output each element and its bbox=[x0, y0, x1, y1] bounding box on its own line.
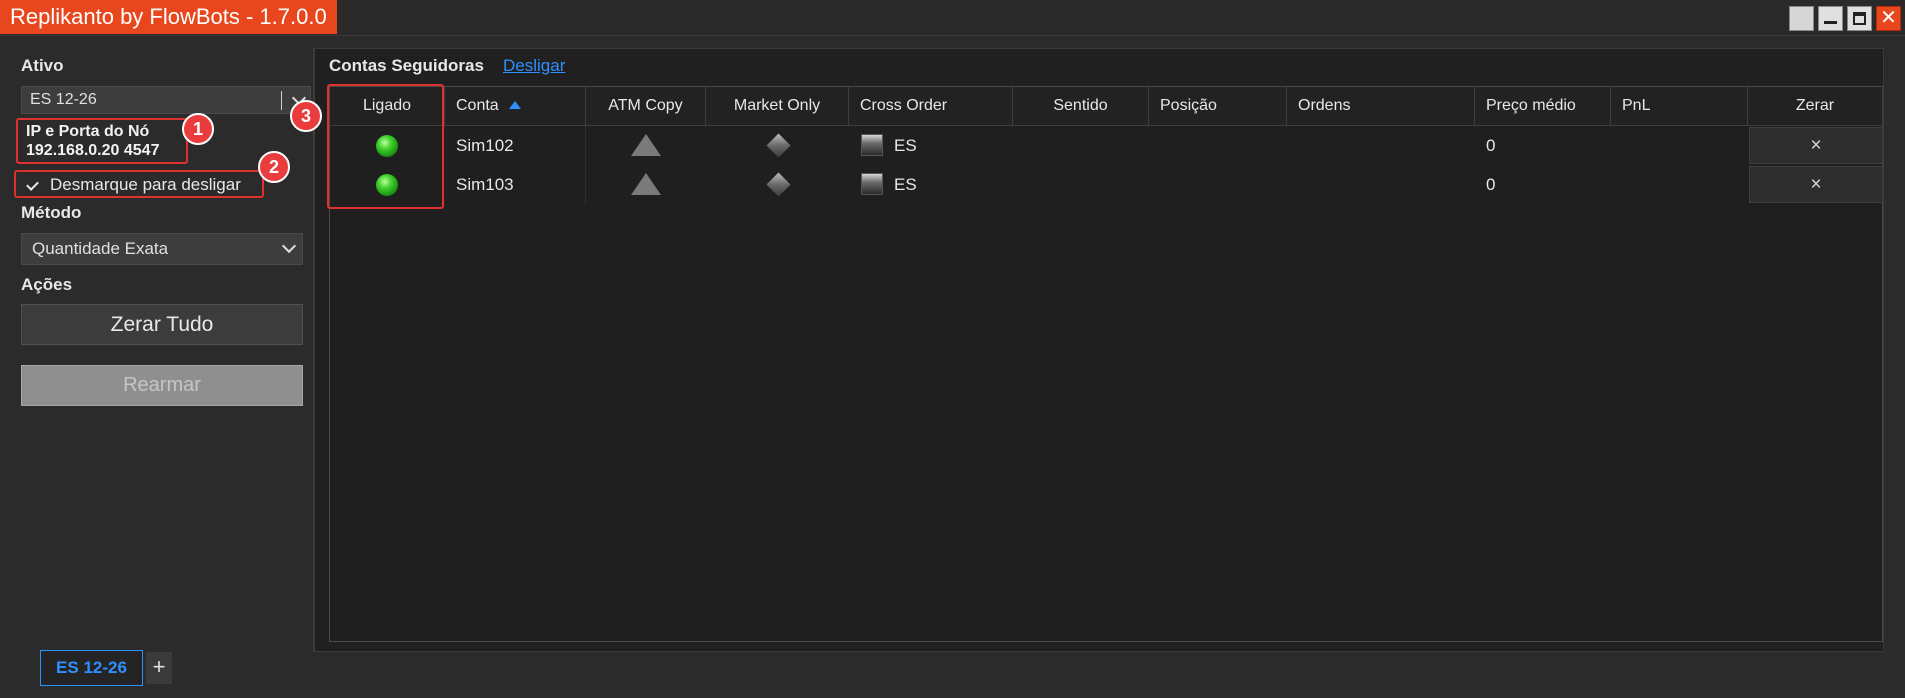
disconnect-checkbox-highlight: Desmarque para desligar bbox=[14, 170, 264, 198]
checkbox-checked-icon[interactable] bbox=[26, 179, 38, 191]
column-header-market-only[interactable]: Market Only bbox=[706, 87, 849, 126]
column-header-preco-medio[interactable]: Preço médio bbox=[1475, 87, 1611, 126]
annotation-badge-1: 1 bbox=[182, 113, 214, 145]
column-header-conta[interactable]: Conta bbox=[445, 87, 586, 126]
metodo-value: Quantidade Exata bbox=[32, 239, 169, 258]
app-title: Replikanto by FlowBots - 1.7.0.0 bbox=[0, 0, 337, 34]
annotation-badge-2: 2 bbox=[258, 151, 290, 183]
ativo-label: Ativo bbox=[21, 56, 64, 75]
ip-value: 192.168.0.20 4547 bbox=[26, 142, 160, 159]
close-button[interactable]: ✕ bbox=[1876, 6, 1901, 31]
zerar-row-button[interactable]: × bbox=[1749, 166, 1883, 203]
conta-cell: Sim102 bbox=[445, 126, 586, 165]
column-header-ordens[interactable]: Ordens bbox=[1287, 87, 1475, 126]
add-tab-button[interactable]: + bbox=[146, 652, 172, 684]
accounts-grid: Ligado Conta ATM Copy Market Only Cross … bbox=[329, 86, 1883, 642]
contas-seguidoras-title: Contas Seguidoras bbox=[329, 56, 484, 75]
column-header-posicao[interactable]: Posição bbox=[1149, 87, 1287, 126]
triangle-up-icon[interactable] bbox=[631, 173, 661, 195]
cross-order-cell: ES bbox=[894, 175, 917, 194]
metodo-select[interactable]: Quantidade Exata bbox=[21, 233, 303, 265]
column-header-conta-label: Conta bbox=[456, 97, 499, 114]
maximize-button[interactable] bbox=[1847, 6, 1872, 31]
zerar-tudo-button[interactable]: Zerar Tudo bbox=[21, 304, 303, 345]
ligado-column-highlight bbox=[327, 84, 444, 209]
metodo-label: Método bbox=[21, 203, 82, 222]
cross-order-toggle-icon[interactable] bbox=[861, 134, 883, 156]
desligar-link[interactable]: Desligar bbox=[503, 56, 565, 76]
column-header-zerar[interactable]: Zerar bbox=[1748, 87, 1883, 126]
sort-ascending-icon bbox=[508, 101, 521, 109]
cross-order-toggle-icon[interactable] bbox=[861, 173, 883, 195]
ativo-combo[interactable]: ES 12-26 bbox=[21, 86, 311, 114]
ip-highlight-box: IP e Porta do Nó 192.168.0.20 4547 bbox=[16, 118, 188, 164]
window-option-button[interactable] bbox=[1789, 6, 1814, 31]
triangle-up-icon[interactable] bbox=[631, 134, 661, 156]
preco-medio-cell: 0 bbox=[1486, 175, 1496, 194]
column-header-atm-copy[interactable]: ATM Copy bbox=[586, 87, 706, 126]
window-controls: ✕ bbox=[1789, 6, 1901, 31]
chevron-down-icon[interactable] bbox=[282, 241, 294, 253]
tab-es-12-26[interactable]: ES 12-26 bbox=[40, 650, 143, 686]
acoes-label: Ações bbox=[21, 275, 73, 294]
checkbox-label[interactable]: Desmarque para desligar bbox=[50, 175, 241, 195]
left-panel: Ativo ES 12-26 IP e Porta do Nó 192.168.… bbox=[12, 48, 315, 652]
column-header-sentido[interactable]: Sentido bbox=[1013, 87, 1149, 126]
conta-cell: Sim103 bbox=[445, 165, 586, 204]
ip-label: IP e Porta do Nó bbox=[26, 123, 150, 140]
minimize-button[interactable] bbox=[1818, 6, 1843, 31]
cross-order-cell: ES bbox=[894, 136, 917, 155]
column-header-cross-order[interactable]: Cross Order bbox=[849, 87, 1013, 126]
preco-medio-cell: 0 bbox=[1486, 136, 1496, 155]
combo-separator bbox=[281, 91, 282, 110]
title-bar: Replikanto by FlowBots - 1.7.0.0 ✕ bbox=[0, 0, 1905, 36]
annotation-badge-3: 3 bbox=[290, 100, 322, 132]
zerar-row-button[interactable]: × bbox=[1749, 127, 1883, 164]
diamond-icon[interactable] bbox=[766, 172, 791, 197]
column-header-pnl[interactable]: PnL bbox=[1611, 87, 1748, 126]
ativo-value: ES 12-26 bbox=[30, 91, 97, 108]
diamond-icon[interactable] bbox=[766, 133, 791, 158]
rearmar-button[interactable]: Rearmar bbox=[21, 365, 303, 406]
